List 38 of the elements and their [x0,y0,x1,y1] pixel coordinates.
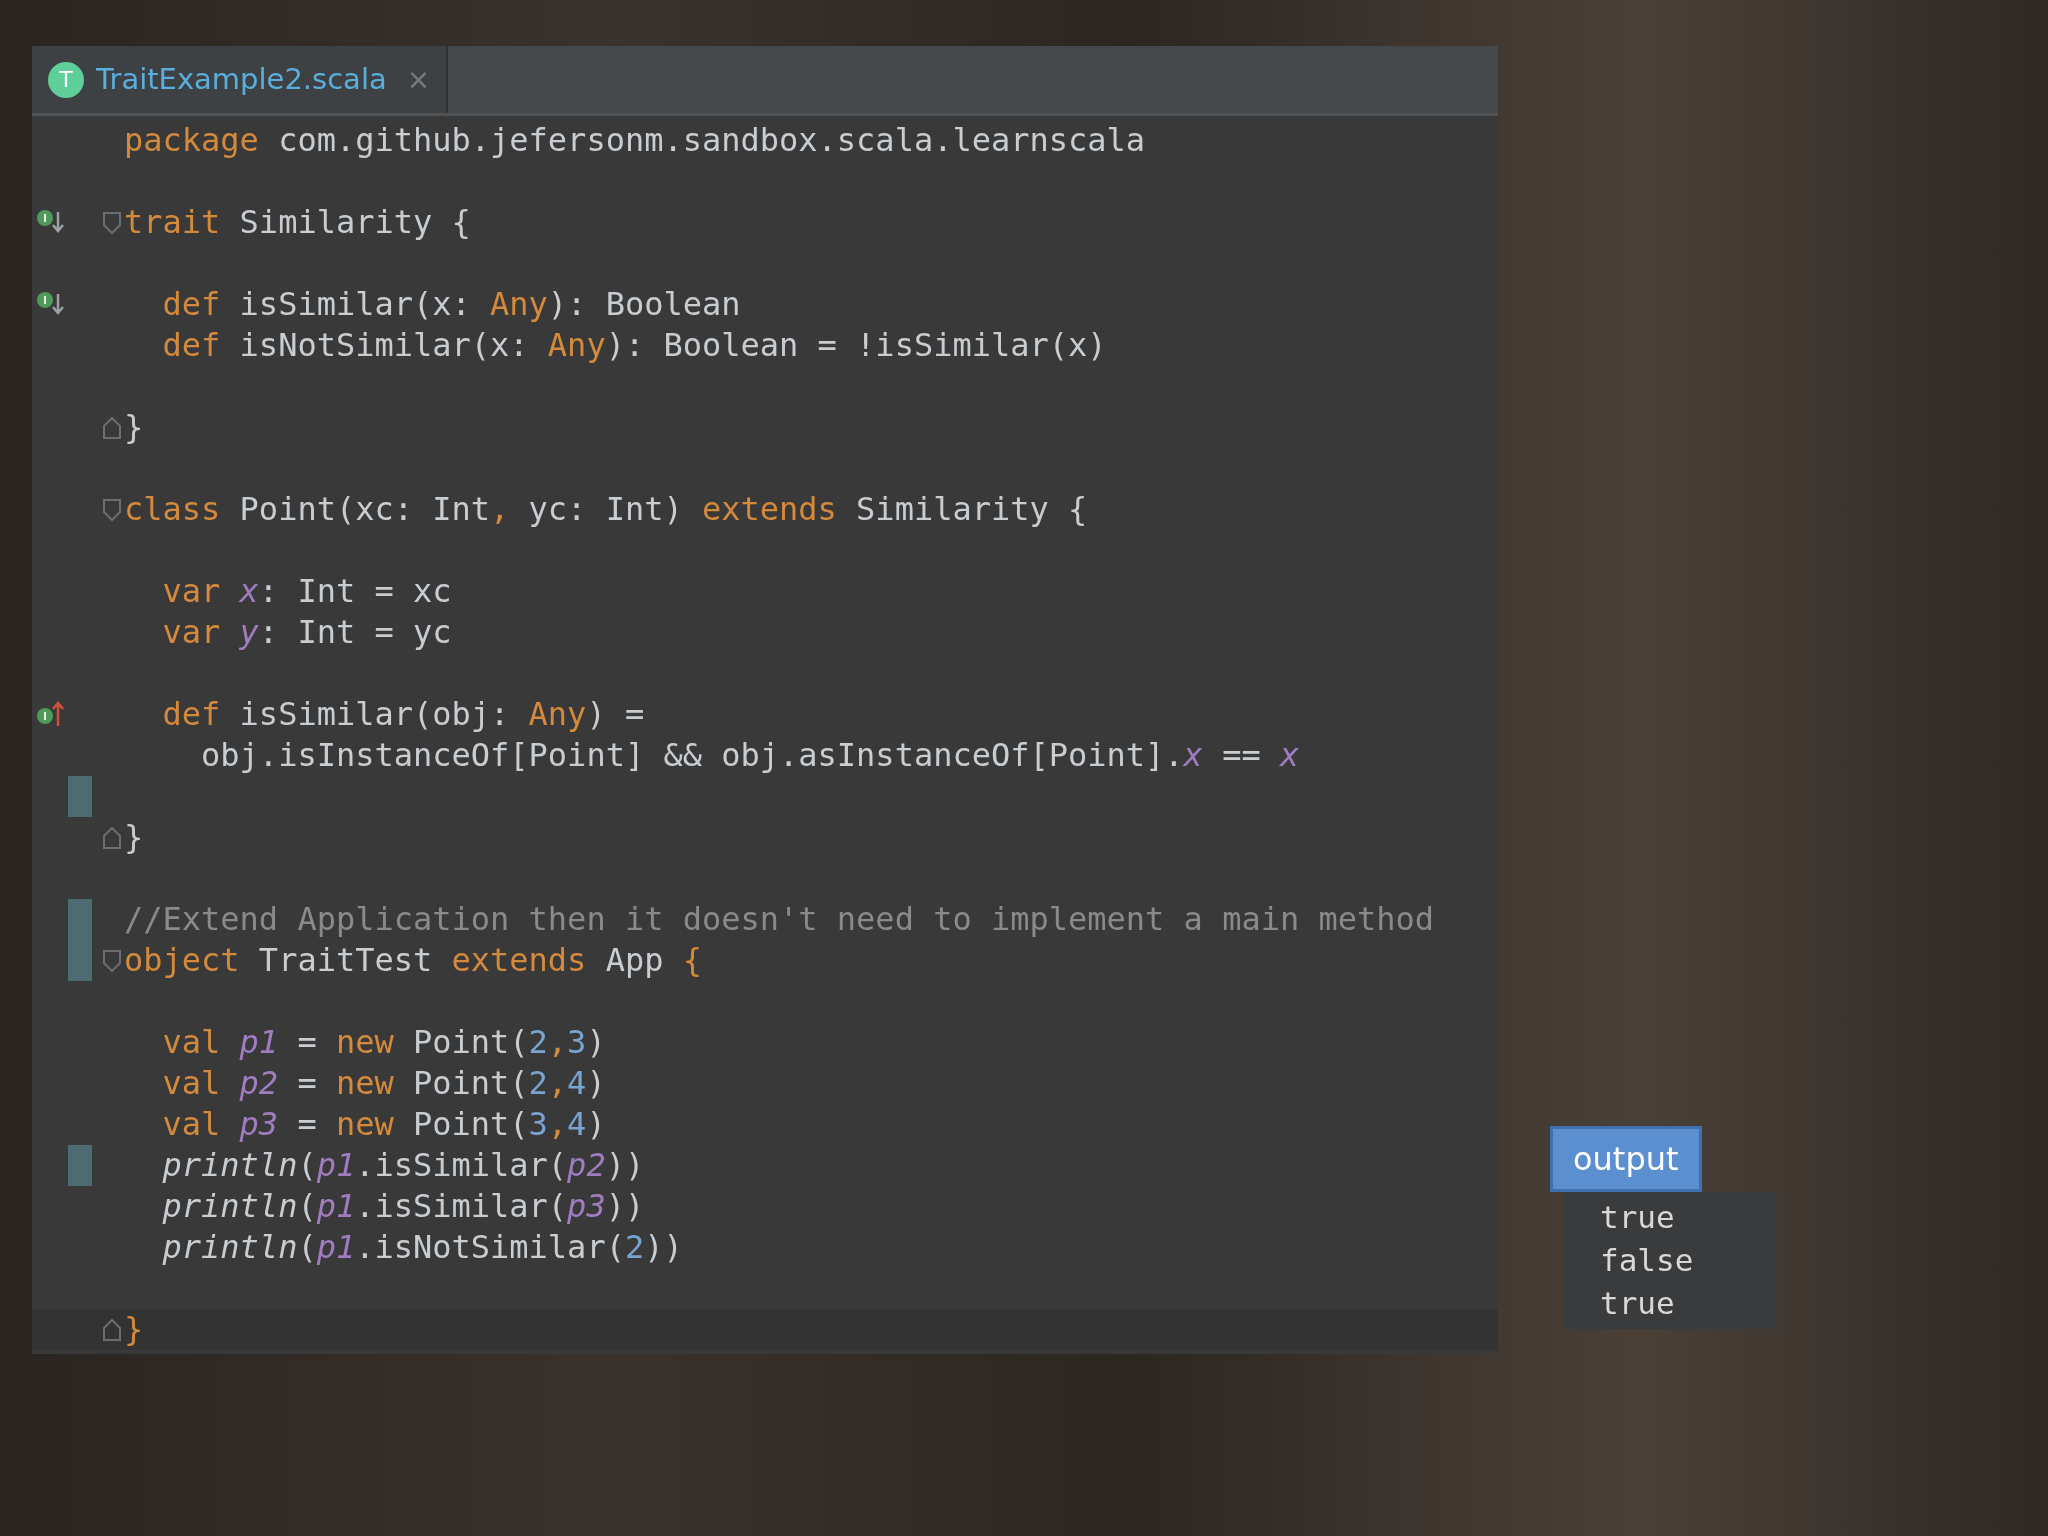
unfold-icon[interactable] [102,415,122,440]
change-marker[interactable] [68,899,92,940]
code-line: val p1 = new Point(2,3) [161,1022,606,1063]
code-line: def isSimilar(x: Any): Boolean [161,284,741,325]
output-text: false [1600,1241,1695,1280]
change-marker[interactable] [68,1145,92,1186]
code-line: val p2 = new Point(2,4) [161,1063,606,1104]
code-line: val p3 = new Point(3,4) [161,1104,606,1145]
code-comment: //Extend Application then it doesn't need to implement a main method [124,899,1435,940]
change-marker[interactable] [68,940,92,981]
file-type-icon: T [48,61,84,98]
change-marker[interactable] [68,776,92,817]
output-text: true [1600,1198,1676,1237]
file-tab[interactable]: T TraitExample2.scala × [32,46,449,113]
code-line: } [124,1309,144,1350]
output-text: true [1600,1284,1676,1323]
code-line: } [124,817,144,858]
fold-icon[interactable] [102,948,122,973]
code-line: println(p1.isNotSimilar(2)) [161,1227,683,1268]
code-line: var x: Int = xc [161,571,452,612]
unfold-icon[interactable] [102,825,122,850]
code-line: println(p1.isSimilar(p2)) [161,1145,645,1186]
close-icon[interactable]: × [406,58,431,101]
code-line: } [124,407,144,448]
code-line: trait Similarity { [124,202,471,243]
code-line: obj.isInstanceOf[Point] && obj.asInstanceOf[Point].x == x [200,735,1300,776]
code-line: def isSimilar(obj: Any) = [161,694,645,735]
code-line: class Point(xc: Int, yc: Int) extends Similarity { [124,489,1088,530]
tab-label: TraitExample2.scala [96,60,387,98]
fold-icon[interactable] [102,497,122,522]
code-line: object TraitTest extends App { [124,940,702,981]
code-line: println(p1.isSimilar(p3)) [161,1186,645,1227]
code-line: def isNotSimilar(x: Any): Boolean = !isSimilar(x) [161,325,1107,366]
unfold-icon[interactable] [102,1317,122,1342]
code-line: package com.github.jefersonm.sandbox.scala.learnscala [124,120,1146,161]
fold-icon[interactable] [102,210,122,235]
output-label: output [1550,1126,1702,1192]
code-line: var y: Int = yc [161,612,452,653]
